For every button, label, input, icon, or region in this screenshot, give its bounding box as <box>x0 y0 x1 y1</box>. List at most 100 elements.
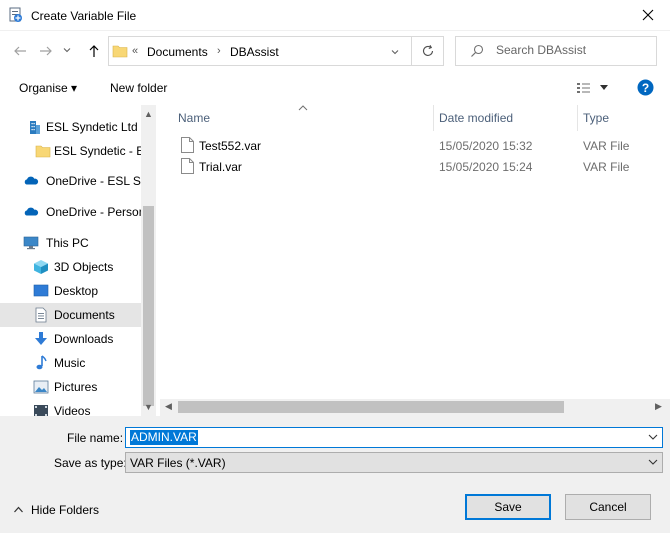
app-icon <box>9 7 22 22</box>
cube-icon <box>34 260 48 274</box>
file-name: Test552.var <box>199 139 262 153</box>
column-header-label: Date modified <box>439 111 514 125</box>
nav-item-label: Desktop <box>54 284 99 298</box>
back-arrow-icon[interactable] <box>12 43 28 59</box>
address-bar[interactable]: « Documents › DBAssist <box>108 36 444 66</box>
file-date: 15/05/2020 15:32 <box>439 139 533 153</box>
save-as-type-value: VAR Files (*.VAR) <box>130 456 226 470</box>
breadcrumb-overflow[interactable]: « <box>132 45 138 57</box>
forward-arrow-icon[interactable] <box>38 43 54 59</box>
nav-item-label: Videos <box>54 404 91 416</box>
cloud-icon <box>24 176 39 185</box>
nav-item-onedrive-personal[interactable]: OneDrive - Personal <box>0 200 141 224</box>
nav-item-label: OneDrive - Personal <box>46 205 141 219</box>
up-arrow-icon[interactable] <box>86 43 102 59</box>
music-icon <box>36 355 47 370</box>
nav-item-label: OneDrive - ESL Syndetic <box>46 174 141 188</box>
pc-icon <box>23 236 39 250</box>
folder-icon <box>112 45 128 58</box>
file-name-label: File name: <box>67 431 124 445</box>
nav-item-downloads[interactable]: Downloads <box>0 327 141 351</box>
organise-button[interactable]: Organise ▾ <box>19 81 77 95</box>
nav-item-label: This PC <box>46 236 89 250</box>
nav-item-label: ESL Syndetic Ltd <box>46 120 138 134</box>
cancel-button[interactable]: Cancel <box>565 494 651 520</box>
save-as-type-select[interactable]: VAR Files (*.VAR) <box>125 452 663 473</box>
close-icon[interactable] <box>640 7 656 23</box>
search-input[interactable] <box>496 43 646 57</box>
chevron-down-icon[interactable] <box>647 431 659 443</box>
nav-item-onedrive-esl[interactable]: OneDrive - ESL Syndetic <box>0 169 141 193</box>
file-name-input[interactable]: ADMIN.VAR <box>130 430 198 445</box>
column-header-label: Name <box>178 111 211 125</box>
view-options-icon[interactable] <box>576 81 592 95</box>
nav-item-this-pc[interactable]: This PC <box>0 231 141 255</box>
column-header-type[interactable]: Type <box>578 105 670 131</box>
nav-item-3d-objects[interactable]: 3D Objects <box>0 255 141 279</box>
file-icon <box>181 137 194 153</box>
breadcrumb-dbassist[interactable]: DBAssist <box>230 45 279 59</box>
address-dropdown-icon[interactable] <box>390 47 400 57</box>
help-icon[interactable]: ? <box>637 79 654 96</box>
save-as-type-label: Save as type: <box>54 456 127 470</box>
scroll-down-arrow-icon[interactable]: ▼ <box>144 402 153 412</box>
file-row[interactable]: Trial.var 15/05/2020 15:24 VAR File <box>160 156 670 177</box>
nav-item-label: Downloads <box>54 332 114 346</box>
nav-item-label: 3D Objects <box>54 260 114 274</box>
breadcrumb-separator-icon: › <box>217 45 221 57</box>
window-title: Create Variable File <box>31 9 137 23</box>
nav-item-pictures[interactable]: Pictures <box>0 375 141 399</box>
file-type: VAR File <box>583 139 630 153</box>
file-icon <box>181 158 194 174</box>
command-bar: Organise ▾ New folder ? <box>0 73 670 103</box>
nav-item-videos[interactable]: Videos <box>0 399 141 416</box>
desktop-icon <box>33 284 49 297</box>
scroll-up-arrow-icon[interactable]: ▲ <box>144 109 153 119</box>
documents-icon <box>35 307 47 323</box>
refresh-icon <box>422 44 434 56</box>
nav-item-documents[interactable]: Documents <box>0 303 141 327</box>
file-list[interactable]: Name Date modified Type Test552.var 15/0… <box>160 105 670 416</box>
scroll-left-arrow-icon[interactable]: ◀ <box>165 401 172 412</box>
download-icon <box>35 332 47 345</box>
chevron-up-icon <box>14 506 23 513</box>
nav-item-music[interactable]: Music <box>0 351 141 375</box>
save-button[interactable]: Save <box>465 494 551 520</box>
navigation-vertical-scrollbar[interactable]: ▲ ▼ <box>141 105 156 416</box>
column-header-name[interactable]: Name <box>160 105 433 131</box>
nav-item-label: Music <box>54 356 86 370</box>
file-name: Trial.var <box>199 160 242 174</box>
search-icon <box>471 44 484 57</box>
new-folder-button[interactable]: New folder <box>110 81 167 95</box>
view-dropdown-icon[interactable] <box>599 84 609 92</box>
nav-item-label: Pictures <box>54 380 98 394</box>
nav-item-label: Documents <box>54 308 115 322</box>
refresh-button[interactable] <box>411 36 444 66</box>
nav-item-label: ESL Syndetic - ESL <box>54 144 141 158</box>
file-date: 15/05/2020 15:24 <box>439 160 533 174</box>
nav-item-desktop[interactable]: Desktop <box>0 279 141 303</box>
svg-text:?: ? <box>642 81 649 95</box>
nav-item-esl-syndetic-ltd[interactable]: ESL Syndetic Ltd <box>0 115 141 139</box>
title-bar: Create Variable File <box>0 0 670 31</box>
nav-item-esl-syndetic-esl[interactable]: ESL Syndetic - ESL <box>0 139 141 163</box>
file-type: VAR File <box>583 160 630 174</box>
file-list-horizontal-scrollbar[interactable]: ◀ ▶ <box>160 399 670 416</box>
file-row[interactable]: Test552.var 15/05/2020 15:32 VAR File <box>160 135 670 156</box>
scrollbar-thumb[interactable] <box>143 206 154 406</box>
building-icon <box>30 121 40 134</box>
scrollbar-thumb[interactable] <box>178 401 564 413</box>
navigation-pane[interactable]: ESL Syndetic Ltd ESL Syndetic - ESL OneD… <box>0 105 156 416</box>
file-name-combobox[interactable]: ADMIN.VAR <box>125 427 663 448</box>
recent-locations-chevron-icon[interactable] <box>62 45 72 55</box>
videos-icon <box>34 405 48 416</box>
cloud-icon <box>24 207 39 216</box>
chevron-down-icon <box>648 459 658 465</box>
scroll-right-arrow-icon[interactable]: ▶ <box>655 401 662 412</box>
breadcrumb-documents[interactable]: Documents <box>147 45 208 59</box>
hide-folders-label: Hide Folders <box>31 503 100 517</box>
search-box[interactable] <box>455 36 657 66</box>
pictures-icon <box>33 380 49 394</box>
column-header-label: Type <box>583 111 610 125</box>
column-header-date-modified[interactable]: Date modified <box>434 105 577 131</box>
